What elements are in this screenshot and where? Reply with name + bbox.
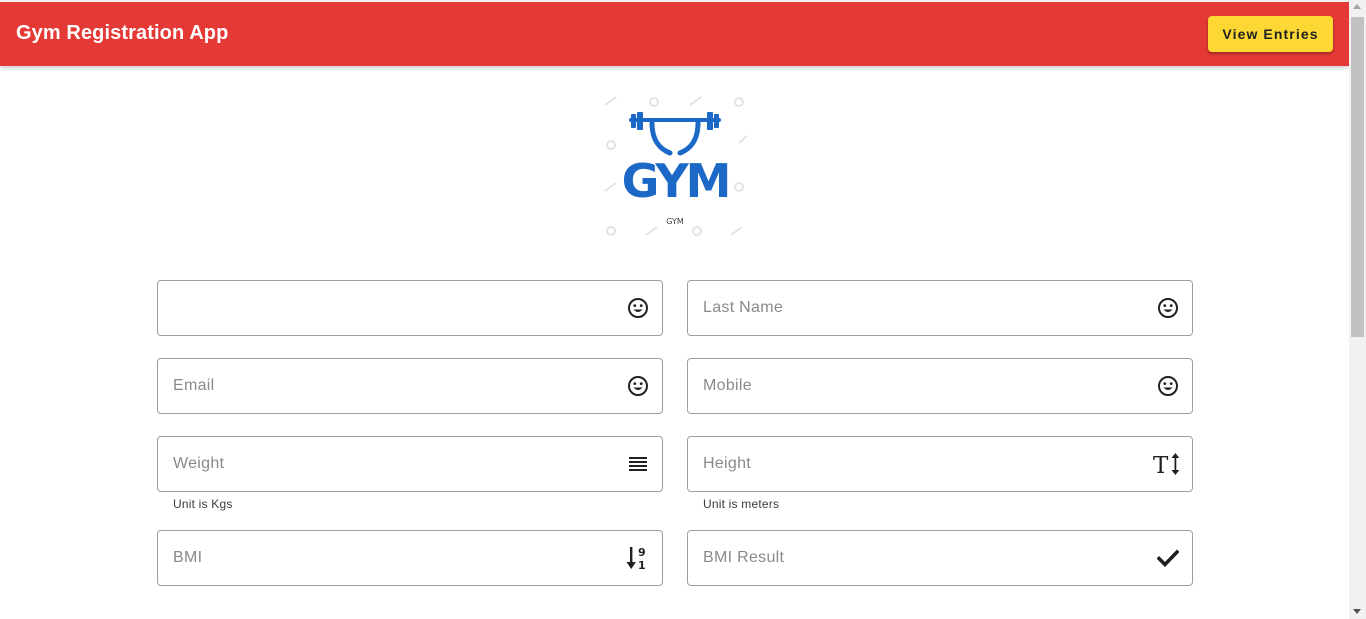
email-field <box>157 358 663 414</box>
mobile-field <box>687 358 1193 414</box>
bmi-input[interactable] <box>173 531 613 585</box>
last-name-field <box>687 280 1193 336</box>
height-hint: Unit is meters <box>703 497 780 511</box>
svg-text:T: T <box>1153 453 1169 476</box>
logo-caption: GYM <box>666 217 684 226</box>
first-name-input[interactable] <box>173 281 613 335</box>
weight-input[interactable] <box>173 437 613 491</box>
scroll-down-arrow-icon[interactable] <box>1353 609 1361 614</box>
lines-icon <box>626 452 650 476</box>
text-height-icon: T <box>1152 452 1182 476</box>
check-icon <box>1156 546 1180 570</box>
page: Gym Registration App View Entries GYM GY… <box>0 0 1366 619</box>
app-title: Gym Registration App <box>16 22 229 44</box>
scrollbar-thumb[interactable] <box>1351 17 1364 337</box>
svg-text:1: 1 <box>638 559 646 571</box>
height-field: T <box>687 436 1193 492</box>
email-input[interactable] <box>173 359 613 413</box>
smiley-icon <box>626 296 650 320</box>
height-input[interactable] <box>703 437 1143 491</box>
scroll-up-arrow-icon[interactable] <box>1353 4 1361 9</box>
weight-hint: Unit is Kgs <box>173 497 233 511</box>
smiley-icon <box>1156 374 1180 398</box>
vertical-scrollbar[interactable] <box>1349 0 1366 619</box>
weight-field <box>157 436 663 492</box>
bmi-field: 91 <box>157 530 663 586</box>
app-toolbar: Gym Registration App View Entries <box>0 2 1349 66</box>
sort-numeric-icon: 91 <box>626 546 650 571</box>
logo-wordmark: GYM <box>622 154 729 208</box>
gym-logo: GYM GYM <box>602 93 748 239</box>
gym-logo-graphic: GYM GYM <box>604 96 748 236</box>
bmi-result-input[interactable] <box>703 531 1143 585</box>
bmi-result-field <box>687 530 1193 586</box>
mobile-input[interactable] <box>703 359 1143 413</box>
svg-text:9: 9 <box>638 546 646 559</box>
view-entries-button[interactable]: View Entries <box>1208 16 1333 52</box>
barbell-icon <box>629 112 721 130</box>
smiley-icon <box>1156 296 1180 320</box>
last-name-input[interactable] <box>703 281 1143 335</box>
arms-graphic <box>649 120 701 156</box>
smiley-icon <box>626 374 650 398</box>
first-name-field <box>157 280 663 336</box>
